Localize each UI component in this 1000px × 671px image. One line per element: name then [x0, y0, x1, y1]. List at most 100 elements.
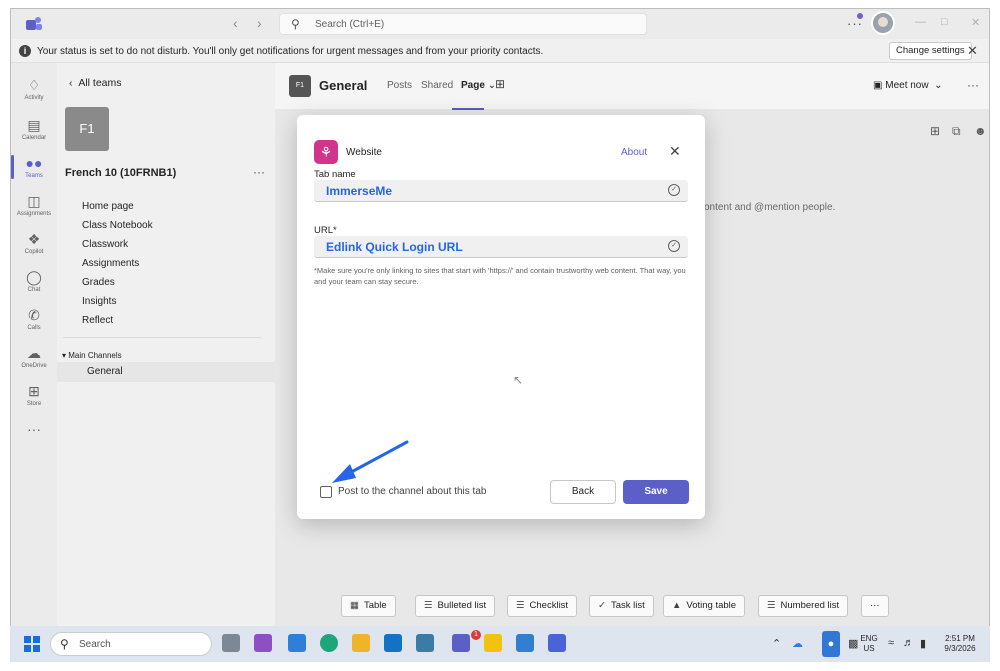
table-icon: ▦	[350, 600, 359, 611]
tab-shared[interactable]: Shared	[421, 80, 453, 91]
bell-icon: ♢	[27, 77, 41, 93]
tab-name-input[interactable]: ImmerseMe ✓	[314, 180, 688, 202]
rail-item-calendar[interactable]: ▤ Calendar	[11, 117, 57, 141]
tab-page[interactable]: Page ⌄	[461, 80, 496, 91]
rail-item-assignments[interactable]: ◫ Assignments	[11, 193, 57, 217]
chevron-up-icon[interactable]: ⌃	[772, 637, 781, 650]
clock[interactable]: 2:51 PM 9/3/2026	[938, 634, 982, 654]
rail-item-onedrive[interactable]: ☁ OneDrive	[11, 345, 57, 369]
tab-name-label: Tab name	[314, 169, 356, 180]
notification-dot	[857, 13, 863, 19]
sticky-notes-icon[interactable]	[484, 634, 502, 652]
app-icon[interactable]	[548, 634, 566, 652]
outlook-icon[interactable]	[384, 634, 402, 652]
chat-icon: ◯	[26, 269, 42, 285]
teams-taskbar-icon[interactable]	[452, 634, 470, 652]
store-icon[interactable]	[288, 634, 306, 652]
rail-item-activity[interactable]: ♢ Activity	[11, 77, 57, 101]
voting-table-button[interactable]: ▲ Voting table	[663, 595, 746, 617]
url-input[interactable]: Edlink Quick Login URL ✓	[314, 236, 688, 258]
meet-now-button[interactable]: ▣ Meet now ⌄	[873, 80, 943, 91]
volume-icon[interactable]: ♬	[903, 637, 914, 649]
remote-desktop-icon[interactable]	[516, 634, 534, 652]
team-item-insights[interactable]: Insights	[82, 296, 116, 307]
rail-more-icon[interactable]: ···	[11, 421, 57, 437]
rail-item-chat[interactable]: ◯ Chat	[11, 269, 57, 293]
numbered-list-button[interactable]: ☰ Numbered list	[758, 595, 849, 617]
search-icon: ⚲	[291, 17, 300, 31]
team-item-assignments[interactable]: Assignments	[82, 258, 139, 269]
widgets-icon[interactable]	[254, 634, 272, 652]
taskbar-search-input[interactable]: ⚲ Search	[50, 632, 212, 656]
post-to-channel-label[interactable]: Post to the channel about this tab	[338, 486, 486, 497]
post-to-channel-checkbox[interactable]	[320, 486, 332, 498]
valid-check-icon: ✓	[668, 184, 680, 196]
close-icon[interactable]: ✕	[669, 143, 681, 160]
team-item-classwork[interactable]: Classwork	[82, 239, 128, 250]
keyboard-icon[interactable]: ▩	[848, 637, 858, 650]
banner-close-icon[interactable]: ✕	[967, 43, 978, 59]
about-link[interactable]: About	[621, 147, 647, 158]
windows-start-icon[interactable]	[24, 636, 40, 652]
forward-arrow-icon[interactable]: ›	[257, 15, 262, 31]
task-view-icon[interactable]	[222, 634, 240, 652]
teams-badge: 1	[471, 630, 481, 640]
onedrive-icon[interactable]: ☁	[792, 637, 803, 650]
rail-item-copilot[interactable]: ❖ Copilot	[11, 231, 57, 255]
all-teams-link[interactable]: ‹ All teams	[69, 77, 122, 89]
change-settings-button[interactable]: Change settings	[889, 42, 972, 60]
tab-posts[interactable]: Posts	[387, 80, 412, 91]
app-icon[interactable]	[416, 634, 434, 652]
team-name[interactable]: French 10 (10FRNB1)	[65, 167, 176, 179]
wifi-icon[interactable]: ≈	[888, 637, 894, 649]
team-item-reflect[interactable]: Reflect	[82, 315, 113, 326]
main-channels-header[interactable]: ▾ Main Channels	[62, 351, 122, 360]
profile-avatar[interactable]	[871, 11, 895, 35]
file-explorer-icon[interactable]	[352, 634, 370, 652]
channel-title: General	[319, 78, 368, 93]
team-avatar: F1	[65, 107, 109, 151]
bulleted-list-button[interactable]: ☰ Bulleted list	[415, 595, 496, 617]
add-tab-icon[interactable]: ⊞	[495, 77, 505, 91]
checklist-icon: ☰	[516, 600, 525, 611]
battery-icon[interactable]: ▮	[920, 637, 926, 650]
microphone-icon[interactable]: ●	[822, 631, 840, 657]
mouse-cursor-icon: ↖	[513, 373, 524, 387]
more-formats-button[interactable]: ···	[861, 595, 889, 617]
team-more-icon[interactable]: ···	[253, 165, 265, 179]
language-indicator[interactable]: ENG US	[858, 634, 880, 654]
teams-logo-icon	[26, 17, 42, 30]
channel-item-general[interactable]: General	[57, 362, 275, 382]
task-list-button[interactable]: ✓ Task list	[589, 595, 654, 617]
rail-item-store[interactable]: ⊞ Store	[11, 383, 57, 407]
globe-icon: ⚘	[314, 140, 338, 164]
numbered-list-icon: ☰	[767, 600, 776, 611]
cloud-icon: ☁	[27, 345, 41, 361]
plus-icon: ⊞	[28, 383, 40, 399]
back-button[interactable]: Back	[550, 480, 616, 504]
annotation-arrow-icon	[332, 440, 409, 483]
security-help-text: *Make sure you're only linking to sites …	[314, 266, 686, 286]
window-close-icon[interactable]: ✕	[971, 16, 980, 29]
channel-more-icon[interactable]: ···	[967, 78, 979, 92]
table-button[interactable]: ▦ Table	[341, 595, 396, 617]
team-item-grades[interactable]: Grades	[82, 277, 115, 288]
edge-icon[interactable]	[320, 634, 338, 652]
back-arrow-icon[interactable]: ‹	[233, 15, 238, 31]
bullet-list-icon: ☰	[424, 600, 433, 611]
checklist-button[interactable]: ☰ Checklist	[507, 595, 578, 617]
minimize-icon[interactable]: —	[915, 16, 926, 28]
team-panel: ‹ All teams F1 French 10 (10FRNB1) ··· H…	[57, 63, 275, 627]
task-list-icon: ✓	[598, 600, 606, 611]
team-item-class-notebook[interactable]: Class Notebook	[82, 220, 153, 231]
save-button[interactable]: Save	[623, 480, 689, 504]
team-item-home-page[interactable]: Home page	[82, 201, 134, 212]
banner-message: Your status is set to do not disturb. Yo…	[37, 46, 544, 57]
rail-item-calls[interactable]: ✆ Calls	[11, 307, 57, 331]
url-label: URL*	[314, 225, 337, 236]
windows-taskbar: ⚲ Search 1 ⌃ ☁ ● ▩ ENG US ≈ ♬ ▮ 2:51 PM …	[10, 626, 990, 662]
url-value: Edlink Quick Login URL	[326, 240, 463, 254]
rail-item-teams[interactable]: ●● Teams	[11, 155, 57, 179]
maximize-icon[interactable]: □	[941, 16, 948, 28]
search-input[interactable]: ⚲ Search (Ctrl+E)	[279, 13, 647, 35]
